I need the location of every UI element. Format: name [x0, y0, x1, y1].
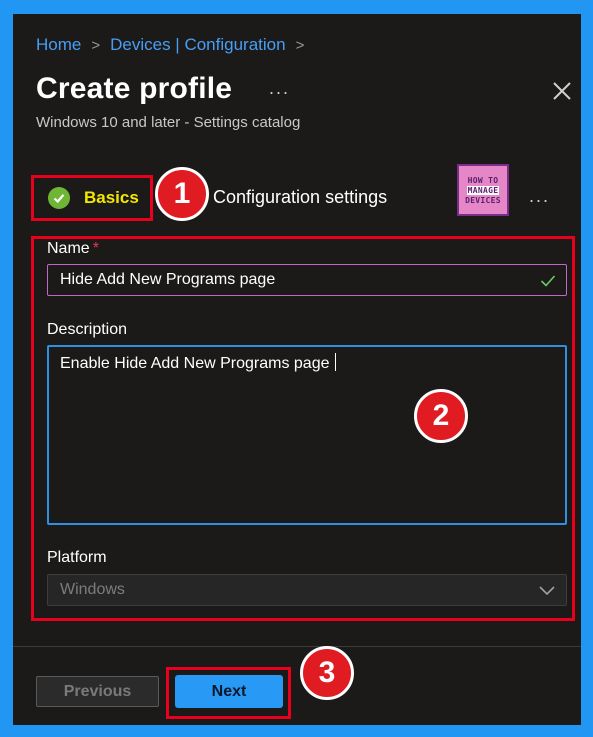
platform-value: Windows — [60, 581, 125, 598]
text-cursor — [334, 353, 336, 371]
name-input[interactable]: Hide Add New Programs page — [47, 264, 567, 296]
previous-button[interactable]: Previous — [36, 676, 159, 707]
close-icon — [553, 82, 571, 100]
more-options-button[interactable]: ... — [529, 186, 550, 207]
next-button[interactable]: Next — [175, 675, 283, 708]
callout-badge-3: 3 — [300, 646, 354, 700]
callout-badge-2: 2 — [414, 389, 468, 443]
chevron-down-icon — [539, 586, 555, 596]
wizard-step-configuration-settings[interactable]: Configuration settings — [213, 187, 387, 208]
checkmark-icon — [540, 275, 556, 287]
platform-select[interactable]: Windows — [47, 574, 567, 606]
create-profile-panel: Home > Devices | Configuration > Create … — [13, 14, 581, 725]
breadcrumb: Home > Devices | Configuration > — [36, 35, 314, 55]
callout-badge-1: 1 — [155, 167, 209, 221]
more-options-button[interactable]: ... — [269, 78, 290, 99]
breadcrumb-devices-configuration[interactable]: Devices | Configuration — [110, 35, 285, 55]
wizard-step-basics[interactable]: Basics — [31, 175, 153, 221]
footer-divider — [13, 646, 581, 647]
description-label: Description — [47, 321, 128, 338]
check-circle-icon — [48, 187, 70, 209]
breadcrumb-home[interactable]: Home — [36, 35, 81, 55]
description-textarea[interactable]: Enable Hide Add New Programs page — [47, 345, 567, 525]
how-to-manage-devices-logo: HOW TO MANAGE DEVICES — [457, 164, 509, 216]
name-input-value: Hide Add New Programs page — [60, 271, 276, 288]
close-button[interactable] — [551, 80, 573, 102]
page-title: Create profile — [36, 72, 233, 105]
platform-label: Platform — [47, 549, 107, 566]
name-label: Name * — [47, 240, 99, 257]
wizard-step-basics-label: Basics — [84, 188, 139, 207]
chevron-right-icon: > — [91, 36, 101, 54]
page-subtitle: Windows 10 and later - Settings catalog — [36, 114, 301, 131]
description-value: Enable Hide Add New Programs page — [60, 355, 330, 372]
chevron-right-icon: > — [295, 36, 305, 54]
required-marker: * — [92, 240, 99, 257]
